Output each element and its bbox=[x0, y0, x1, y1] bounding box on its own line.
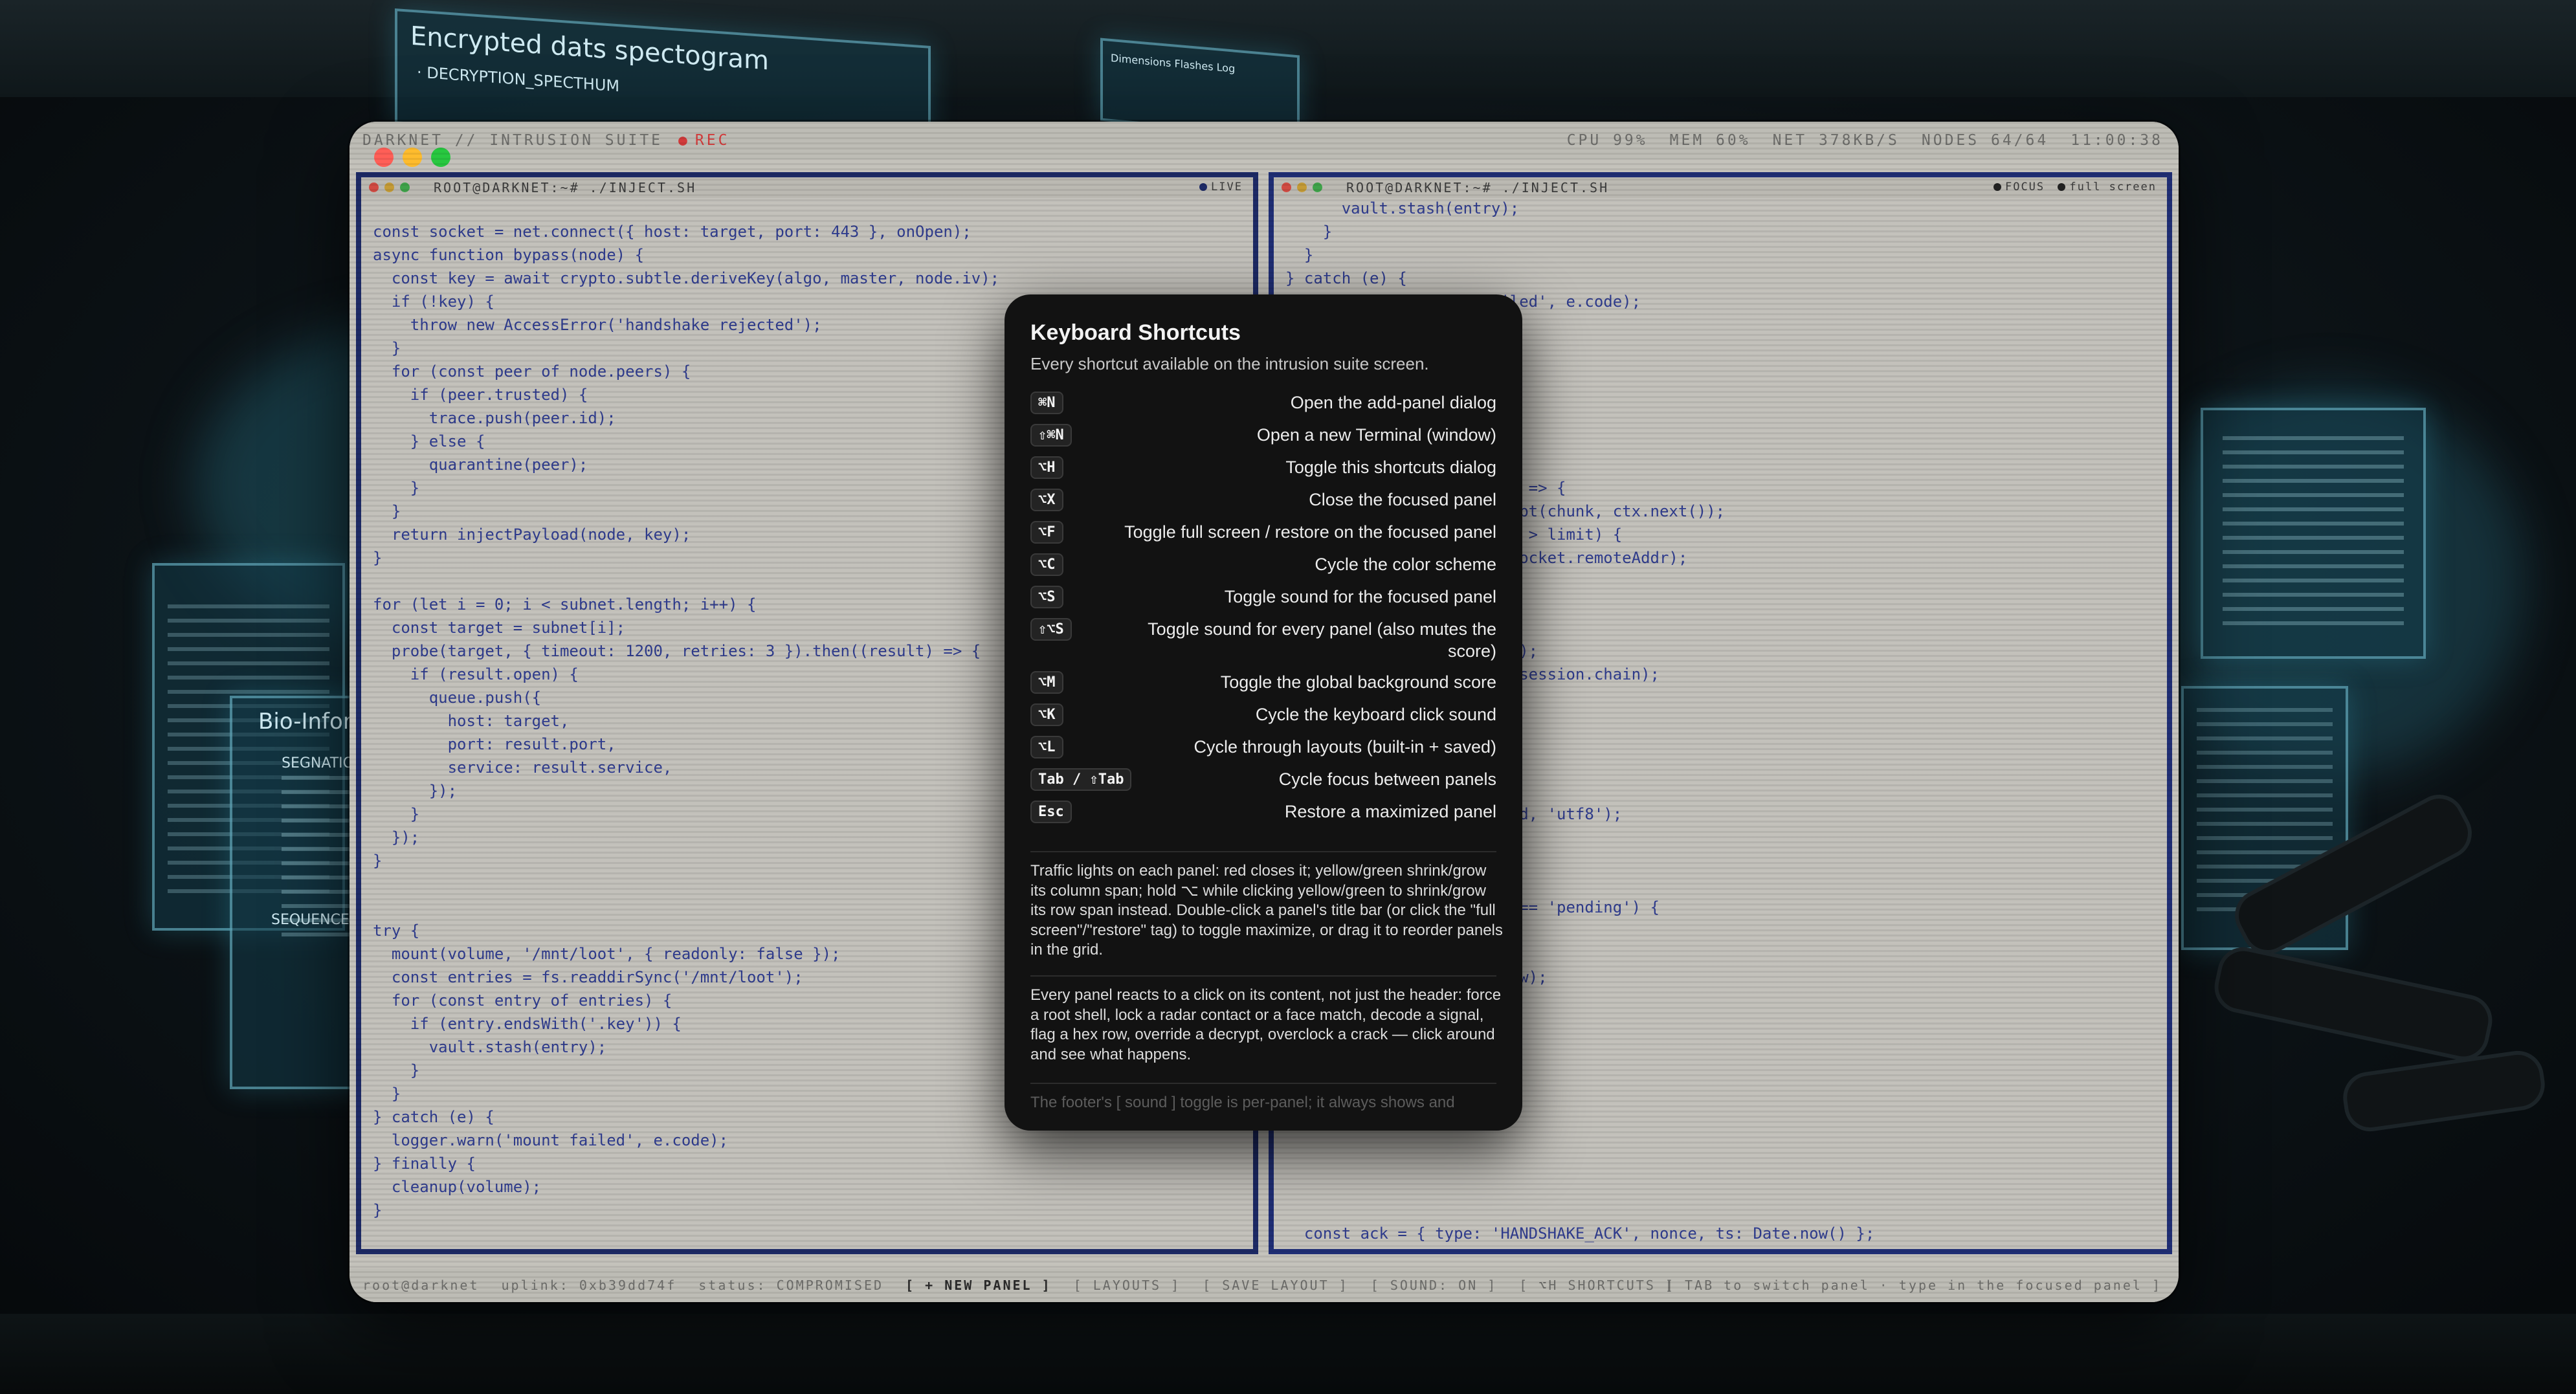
shortcuts-button[interactable]: [ ⌥H SHORTCUTS ] bbox=[1519, 1278, 1675, 1293]
shortcut-description: Open the add-panel dialog bbox=[1290, 393, 1496, 412]
shortcut-row: ⌥C Cycle the color scheme bbox=[1030, 553, 1496, 586]
shortcut-key: Esc bbox=[1030, 801, 1072, 823]
background-text-lines bbox=[2223, 436, 2404, 630]
shortcut-row: ⌥L Cycle through layouts (built-in + save… bbox=[1030, 736, 1496, 768]
shortcut-key: ⌥F bbox=[1030, 521, 1063, 544]
window-title-group: DARKNET // INTRUSION SUITE ● REC bbox=[362, 132, 729, 149]
window-close-button[interactable] bbox=[374, 148, 394, 167]
shortcut-description: Toggle the global background score bbox=[1220, 672, 1496, 692]
dialog-divider bbox=[1030, 1083, 1496, 1084]
focus-dot-icon bbox=[1993, 183, 2001, 191]
stat-mem: MEM 60% bbox=[1669, 132, 1751, 149]
shortcut-key: ⌥L bbox=[1030, 736, 1063, 758]
keyboard-shortcuts-dialog[interactable]: Keyboard Shortcuts Every shortcut availa… bbox=[1005, 294, 1522, 1131]
panel-shrink-button[interactable] bbox=[1297, 183, 1307, 192]
traffic-lights-note: Traffic lights on each panel: red closes… bbox=[1030, 862, 1503, 958]
dialog-divider bbox=[1030, 975, 1496, 977]
shortcut-description: Toggle this shortcuts dialog bbox=[1285, 458, 1496, 477]
shortcut-row: Esc Restore a maximized panel bbox=[1030, 801, 1496, 833]
full-screen-tag[interactable]: full screen bbox=[2069, 181, 2157, 194]
background-robot-arm bbox=[2210, 942, 2497, 1065]
shortcut-row: ⌥H Toggle this shortcuts dialog bbox=[1030, 456, 1496, 489]
window-minimize-button[interactable] bbox=[403, 148, 422, 167]
shortcut-description: Toggle sound for every panel (also mutes… bbox=[1148, 619, 1496, 661]
shortcut-row: ⌥K Cycle the keyboard click sound bbox=[1030, 703, 1496, 736]
panel-click-note: Every panel reacts to a click on its con… bbox=[1030, 986, 1502, 1063]
shortcut-row: ⌥M Toggle the global background score bbox=[1030, 671, 1496, 703]
shortcut-key: ⇧⌥S bbox=[1030, 618, 1072, 641]
panel-tags: FOCUS full screen bbox=[1993, 181, 2157, 194]
shortcut-row: ⌥S Toggle sound for the focused panel bbox=[1030, 586, 1496, 618]
shortcut-description: Toggle full screen / restore on the focu… bbox=[1124, 522, 1496, 542]
panel-grow-button[interactable] bbox=[1313, 183, 1322, 192]
shortcut-description: Restore a maximized panel bbox=[1284, 802, 1496, 821]
shortcut-description: Cycle focus between panels bbox=[1278, 769, 1496, 789]
shortcut-key: ⌥X bbox=[1030, 489, 1063, 511]
stat-clock: 11:00:38 bbox=[2071, 132, 2163, 149]
footer-uplink: uplink: 0xb39dd74f bbox=[501, 1278, 677, 1293]
stat-nodes: NODES 64/64 bbox=[1921, 132, 2049, 149]
shortcut-key: ⌘N bbox=[1030, 392, 1063, 414]
focus-tag: FOCUS bbox=[2004, 181, 2045, 194]
shortcut-row: ⌥X Close the focused panel bbox=[1030, 489, 1496, 521]
rec-indicator-icon: ● bbox=[678, 132, 690, 149]
live-dot-icon bbox=[1199, 183, 1208, 191]
shortcut-row: ⇧⌥S Toggle sound for every panel (also mu… bbox=[1030, 618, 1496, 671]
shortcut-key: ⌥K bbox=[1030, 703, 1063, 726]
dialog-subtitle: Every shortcut available on the intrusio… bbox=[1030, 354, 1429, 373]
shortcut-list: ⌘N Open the add-panel dialog ⇧⌘N Open a ne… bbox=[1030, 392, 1496, 833]
window-title-bar[interactable]: DARKNET // INTRUSION SUITE ● REC CPU 99% M… bbox=[350, 122, 2179, 159]
background-panel-right bbox=[2201, 408, 2426, 659]
new-panel-button[interactable]: [ + NEW PANEL ] bbox=[905, 1278, 1052, 1293]
dialog-title: Keyboard Shortcuts bbox=[1030, 320, 1241, 345]
footer-hint: [ TAB to switch panel · type in the focu… bbox=[1665, 1278, 2162, 1293]
window-zoom-button[interactable] bbox=[431, 148, 450, 167]
dialog-divider bbox=[1030, 851, 1496, 852]
panel-shrink-button[interactable] bbox=[384, 183, 394, 192]
status-footer: root@darknet uplink: 0xb39dd74f status: … bbox=[350, 1268, 2179, 1302]
shortcut-key: ⌥S bbox=[1030, 586, 1063, 608]
stat-net: NET 378KB/S bbox=[1772, 132, 1900, 149]
sound-toggle-button[interactable]: [ SOUND: ON ] bbox=[1371, 1278, 1498, 1293]
panel-grow-button[interactable] bbox=[400, 183, 410, 192]
panel-close-button[interactable] bbox=[1282, 183, 1291, 192]
footer-status: status: COMPROMISED bbox=[698, 1278, 884, 1293]
shortcut-row: ⌘N Open the add-panel dialog bbox=[1030, 392, 1496, 424]
shortcut-description: Close the focused panel bbox=[1309, 490, 1496, 509]
shortcut-key: ⌥H bbox=[1030, 456, 1063, 479]
shortcut-row: ⇧⌘N Open a new Terminal (window) bbox=[1030, 424, 1496, 456]
panel-title-bar[interactable]: ROOT@DARKNET:~# ./INJECT.SH LIVE bbox=[361, 177, 1253, 198]
layouts-button[interactable]: [ LAYOUTS ] bbox=[1074, 1278, 1181, 1293]
shortcut-row: Tab / ⇧Tab Cycle focus between panels bbox=[1030, 768, 1496, 801]
panel-title: ROOT@DARKNET:~# ./INJECT.SH bbox=[434, 180, 697, 195]
panel-title-bar[interactable]: ROOT@DARKNET:~# ./INJECT.SH FOCUS full s… bbox=[1274, 177, 2167, 198]
background-floor bbox=[0, 1314, 2576, 1394]
live-tag: LIVE bbox=[1199, 181, 1243, 194]
window-title: DARKNET // INTRUSION SUITE bbox=[362, 132, 663, 149]
shortcut-description: Cycle through layouts (built-in + saved) bbox=[1194, 737, 1496, 757]
shortcut-key: ⇧⌘N bbox=[1030, 424, 1072, 447]
save-layout-button[interactable]: [ SAVE LAYOUT ] bbox=[1203, 1278, 1349, 1293]
panel-close-button[interactable] bbox=[369, 183, 379, 192]
shortcut-key: ⌥C bbox=[1030, 553, 1063, 576]
footer-user: root@darknet bbox=[362, 1278, 480, 1293]
background-panel-bio-info: Bio-Infor SEGNATIO SEQUENCE bbox=[230, 696, 364, 1089]
full-screen-dot-icon bbox=[2058, 183, 2066, 191]
footer-left: root@darknet uplink: 0xb39dd74f status: … bbox=[362, 1278, 1675, 1293]
shortcut-description: Cycle the color scheme bbox=[1315, 555, 1496, 574]
shortcut-description: Cycle the keyboard click sound bbox=[1255, 705, 1496, 724]
shortcut-description: Toggle sound for the focused panel bbox=[1224, 587, 1496, 606]
background-robot-arm bbox=[2340, 1047, 2548, 1135]
shortcut-row: ⌥F Toggle full screen / restore on the fo… bbox=[1030, 521, 1496, 553]
stat-cpu: CPU 99% bbox=[1566, 132, 1648, 149]
shortcut-key: ⌥M bbox=[1030, 671, 1063, 694]
live-tag-label: LIVE bbox=[1211, 181, 1243, 194]
panel-title: ROOT@DARKNET:~# ./INJECT.SH bbox=[1346, 180, 1610, 195]
shortcut-key: Tab / ⇧Tab bbox=[1030, 768, 1132, 791]
footer-sound-note: The footer's [ sound ] toggle is per-pan… bbox=[1030, 1094, 1455, 1111]
shortcut-description: Open a new Terminal (window) bbox=[1256, 425, 1496, 445]
system-stats: CPU 99% MEM 60% NET 378KB/S NODES 64/64 … bbox=[1567, 132, 2163, 149]
rec-label: REC bbox=[694, 132, 730, 149]
